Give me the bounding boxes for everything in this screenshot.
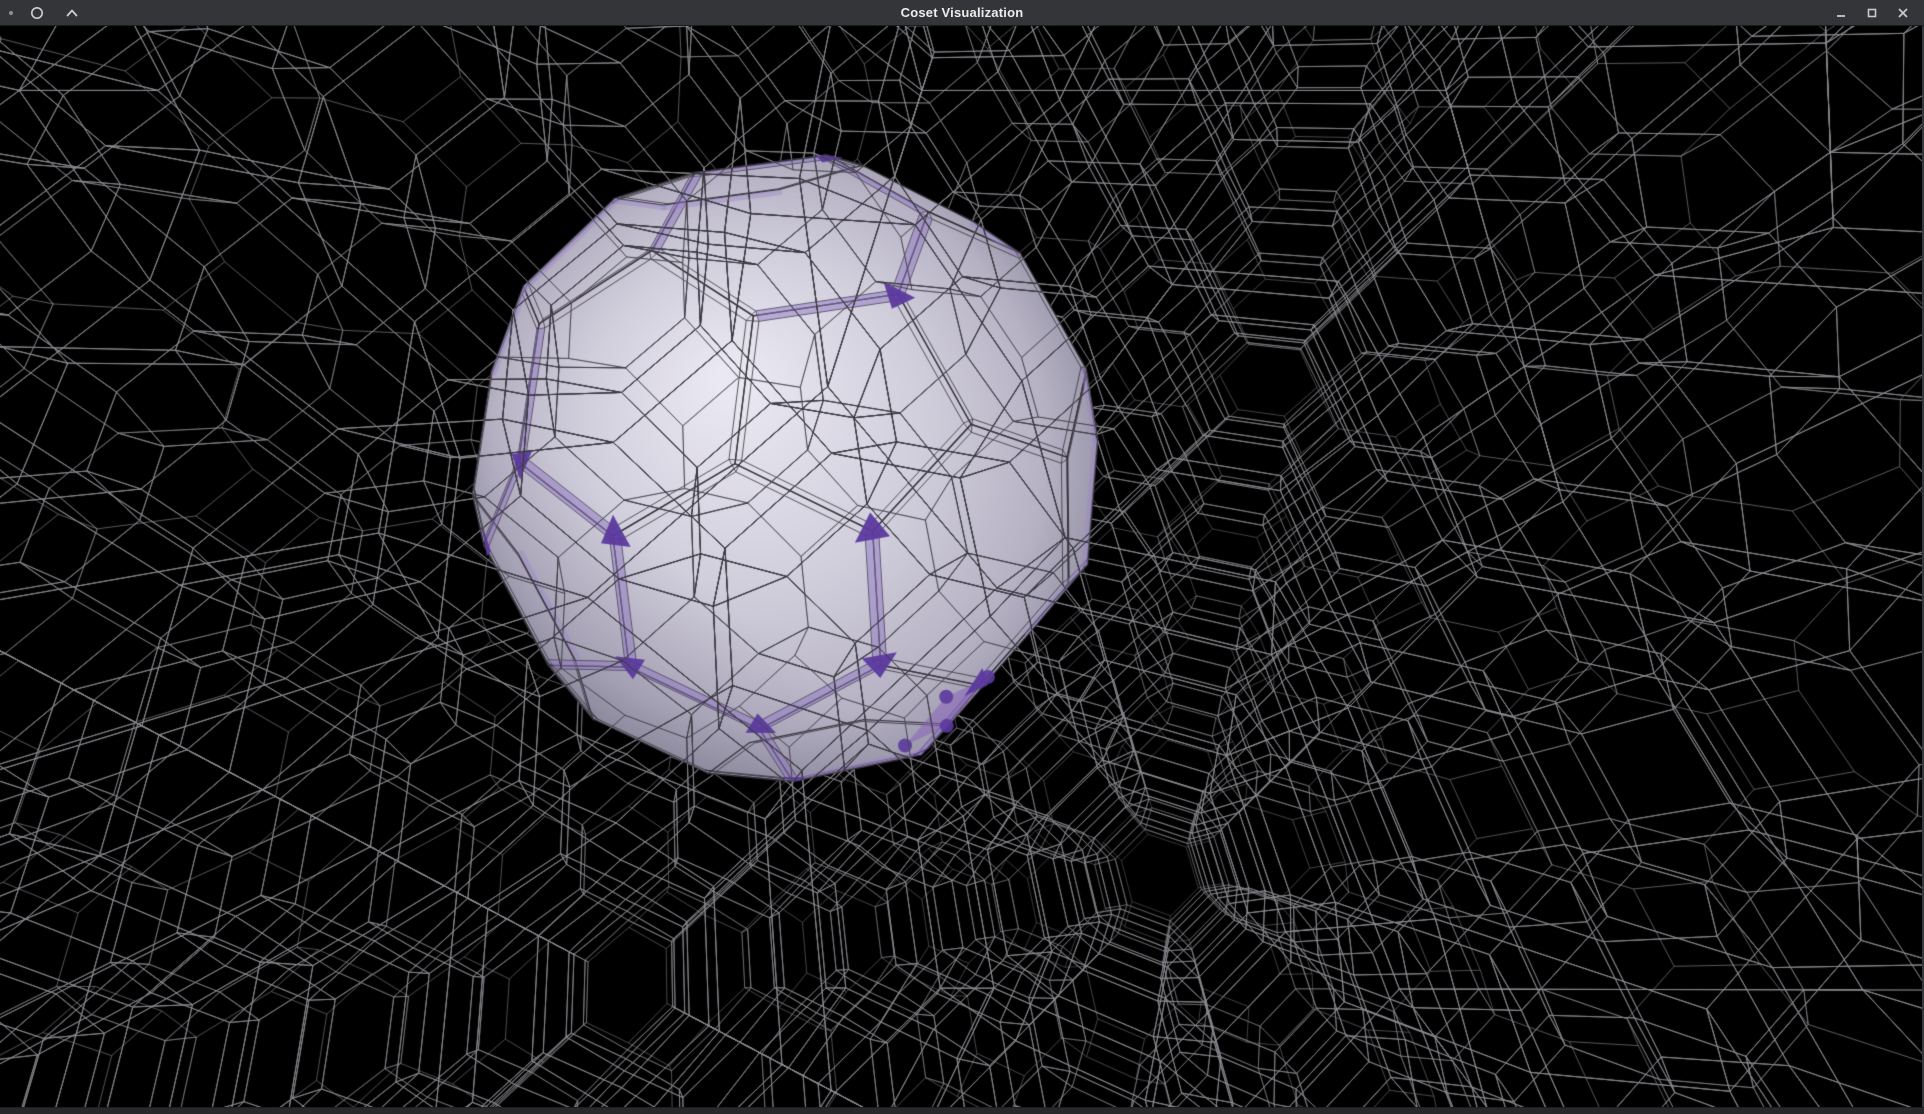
maximize-icon: [1865, 6, 1879, 20]
app-window: Coset Visualization: [0, 0, 1924, 1114]
app-dot-icon: [9, 11, 13, 15]
viewport-wrap: [0, 26, 1924, 1107]
window-title: Coset Visualization: [0, 0, 1924, 25]
chevron-up-icon: [65, 6, 79, 20]
window-controls: [1830, 2, 1924, 24]
close-icon: [1896, 6, 1910, 20]
minimize-icon: [1834, 6, 1848, 20]
circle-button[interactable]: [26, 2, 48, 24]
close-button[interactable]: [1892, 2, 1914, 24]
titlebar: Coset Visualization: [0, 0, 1924, 26]
titlebar-left-icons: [0, 2, 83, 24]
window-border-bottom: [0, 1107, 1924, 1114]
chevron-up-button[interactable]: [61, 2, 83, 24]
coset-3d-viewport[interactable]: [0, 26, 1922, 1107]
maximize-button[interactable]: [1861, 2, 1883, 24]
minimize-button[interactable]: [1830, 2, 1852, 24]
circle-icon: [30, 6, 44, 20]
